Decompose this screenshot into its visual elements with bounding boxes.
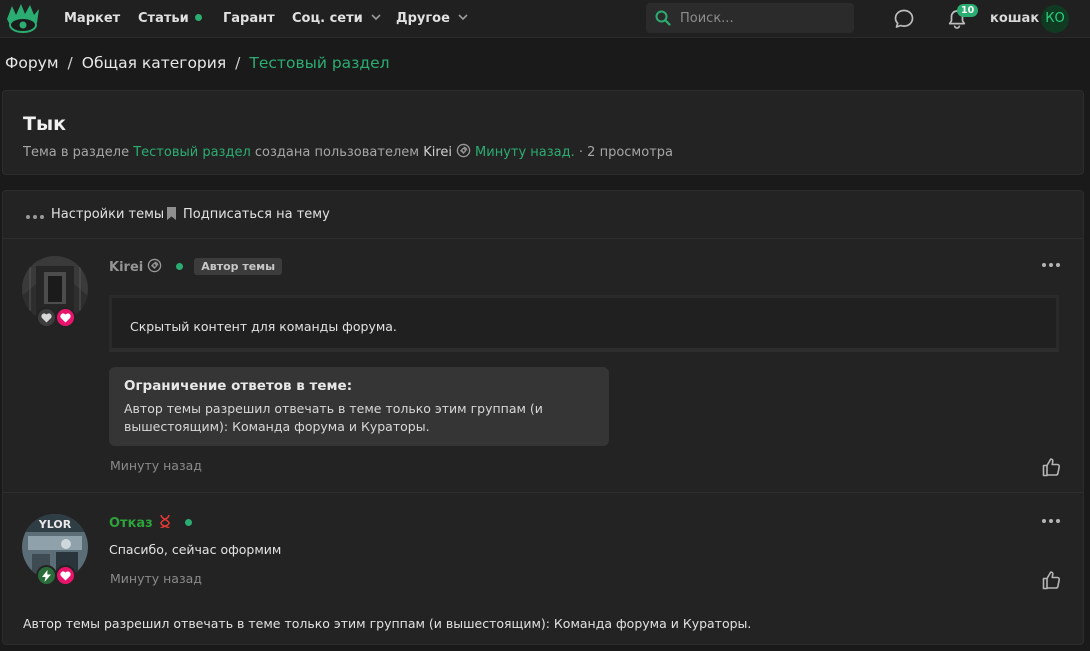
nav-other[interactable]: Другое	[396, 11, 468, 26]
post-author: Kirei Автор темы	[109, 258, 283, 275]
chevron-down-icon	[371, 14, 381, 21]
post-author-name[interactable]: Kirei	[109, 260, 143, 275]
breadcrumb: Форум / Общая категория / Тестовый раздел	[5, 54, 390, 72]
nav-social-label: Соц. сети	[292, 11, 363, 26]
search-box	[646, 3, 854, 33]
nav-social[interactable]: Соц. сети	[292, 11, 381, 26]
more-dots-icon	[26, 215, 44, 219]
online-status-dot	[184, 519, 192, 526]
post-date[interactable]: Минуту назад	[110, 571, 202, 586]
breadcrumb-section[interactable]: Тестовый раздел	[249, 54, 389, 72]
thread-description: Тема в разделе Тестовый раздел созданa п…	[23, 143, 673, 160]
hidden-content-text: Скрытый контент для команды форума.	[130, 319, 397, 334]
thread-desc-middle: созданa пользователем	[254, 145, 420, 160]
thread-views: · 2 просмотра	[578, 145, 673, 160]
nav-articles-label: Статьи	[138, 11, 189, 26]
breadcrumb-category[interactable]: Общая категория	[82, 54, 226, 72]
nav-market[interactable]: Маркет	[64, 11, 120, 26]
thread-section-link[interactable]: Тестовый раздел	[133, 145, 251, 160]
thread-settings-label: Настройки темы	[51, 207, 165, 222]
new-indicator-dot	[194, 14, 202, 21]
swirl-icon	[147, 258, 162, 273]
nav-guarantee[interactable]: Гарант	[223, 11, 275, 26]
conversations-icon[interactable]	[893, 8, 915, 30]
restriction-text: Автор темы разрешил отвечать в теме толь…	[124, 401, 543, 434]
badge-heart-pink-icon	[55, 565, 76, 586]
like-icon[interactable]	[1040, 569, 1062, 591]
author-tag-badge: Автор темы	[194, 258, 283, 275]
chevron-down-icon	[458, 14, 468, 21]
post-menu-dots-icon[interactable]	[1041, 260, 1061, 270]
swirl-icon	[456, 143, 471, 158]
svg-text:YLOR: YLOR	[38, 518, 72, 531]
online-status-dot	[176, 263, 184, 270]
thread-header: Тык Тема в разделе Тестовый раздел созда…	[2, 90, 1084, 175]
post-author-name[interactable]: Отказ	[109, 516, 153, 531]
subscribe-label: Подписаться на тему	[183, 207, 330, 222]
breadcrumb-separator: /	[235, 54, 241, 72]
thread-settings-button[interactable]: Настройки темы	[25, 207, 164, 222]
logo-icon[interactable]	[6, 3, 40, 35]
post-item: Kirei Автор темы Скрытый контент для кома…	[3, 240, 1083, 493]
account-username[interactable]: кошак	[990, 11, 1039, 26]
subscribe-button[interactable]: Подписаться на тему	[166, 207, 330, 222]
thread-time-link[interactable]: Минуту назад.	[475, 145, 575, 160]
breadcrumb-separator: /	[67, 54, 73, 72]
notification-count-badge: 10	[957, 4, 979, 17]
nav-articles[interactable]: Статьи	[138, 11, 202, 26]
post-message: Спасибо, сейчас оформим	[109, 542, 282, 557]
top-navigation: Маркет Статьи Гарант Соц. сети Другое 10…	[0, 0, 1090, 38]
post-item: YLOR Отказ Спасибо, сейчас оформим Минут…	[3, 494, 1083, 604]
search-icon	[655, 10, 671, 26]
dna-icon	[159, 514, 170, 529]
post-author: Отказ	[109, 514, 192, 531]
restriction-title: Ограничение ответов в теме:	[124, 378, 353, 394]
account-avatar[interactable]: КО	[1041, 5, 1069, 33]
alerts-button[interactable]: 10	[946, 4, 979, 32]
like-icon[interactable]	[1040, 456, 1062, 478]
nav-other-label: Другое	[396, 11, 450, 26]
badge-heart-grey-icon	[36, 307, 57, 328]
reply-restriction-notice: Ограничение ответов в теме: Автор темы р…	[109, 367, 609, 446]
thread-actions-bar: Настройки темы Подписаться на тему	[3, 191, 1083, 239]
badge-lightning-icon	[36, 565, 57, 586]
posts-container: Настройки темы Подписаться на тему Kirei…	[2, 190, 1084, 645]
thread-title: Тык	[23, 113, 67, 135]
thread-desc-prefix: Тема в разделе	[23, 145, 130, 160]
bookmark-icon	[167, 207, 176, 220]
thread-author-link[interactable]: Kirei	[423, 145, 452, 160]
reply-restriction-footer: Автор темы разрешил отвечать в теме толь…	[23, 616, 752, 631]
post-date[interactable]: Минуту назад	[110, 458, 202, 473]
hidden-content-box: Скрытый контент для команды форума.	[109, 295, 1059, 352]
badge-heart-pink-icon	[55, 307, 76, 328]
search-input[interactable]	[680, 3, 850, 33]
post-menu-dots-icon[interactable]	[1041, 516, 1061, 526]
breadcrumb-forum[interactable]: Форум	[5, 54, 59, 72]
